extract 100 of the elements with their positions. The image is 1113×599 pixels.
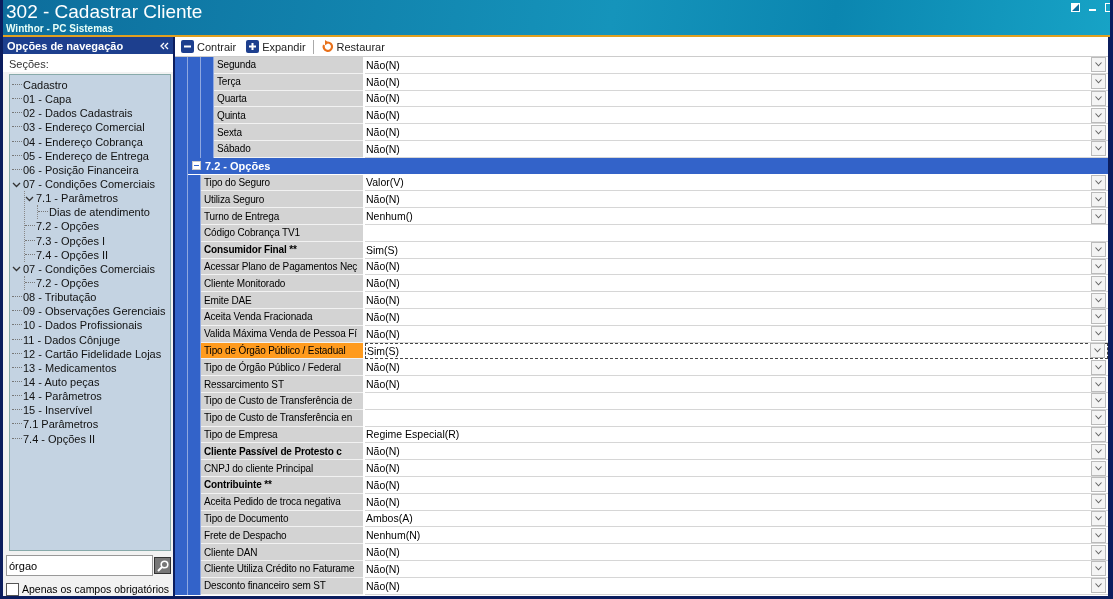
property-label: Sexta: [214, 124, 363, 141]
tree-item[interactable]: 7.1 - Parâmetros: [36, 192, 118, 205]
property-value[interactable]: Não(N): [365, 308, 1108, 326]
tree-item[interactable]: 11 - Dados Cônjuge: [23, 333, 121, 346]
tree-item[interactable]: 08 - Tributação: [23, 291, 97, 304]
property-value[interactable]: Não(N): [365, 141, 1108, 158]
chevron-down-icon: [1095, 566, 1102, 572]
property-value[interactable]: [365, 409, 1108, 427]
property-value[interactable]: Sim(S): [365, 241, 1108, 259]
chevron-down-icon: [1095, 314, 1102, 320]
property-label: Tipo de Órgão Público / Federal: [201, 359, 363, 377]
property-label: Emite DAE: [201, 292, 363, 309]
tree-item[interactable]: 06 - Posição Financeira: [23, 163, 139, 176]
property-value[interactable]: Ambos(A): [365, 510, 1108, 528]
tree-item[interactable]: 14 - Parâmetros: [23, 390, 102, 403]
sections-label: Seções:: [9, 58, 49, 70]
property-value[interactable]: Não(N): [365, 443, 1108, 461]
property-value[interactable]: Não(N): [365, 90, 1108, 108]
chevron-down-icon: [1095, 482, 1102, 488]
window-title: 302 - Cadastrar Cliente: [6, 1, 203, 23]
tree-item[interactable]: 04 - Endereço Cobrança: [23, 135, 143, 148]
group-indent-bar: [188, 57, 201, 74]
chevron-down-icon[interactable]: [12, 264, 21, 274]
property-label: Segunda: [214, 57, 363, 74]
chevron-down-icon: [1095, 515, 1102, 521]
tree-item[interactable]: 05 - Endereço de Entrega: [23, 149, 149, 162]
tree-item[interactable]: Dias de atendimento: [49, 206, 150, 219]
search-button[interactable]: [154, 557, 171, 574]
chevron-down-icon: [1095, 381, 1102, 387]
property-value[interactable]: Não(N): [365, 73, 1108, 91]
tree-item[interactable]: 7.2 - Opções: [36, 277, 99, 290]
tree-item[interactable]: 7.4 - Opções II: [36, 248, 109, 261]
chevron-down-icon: [1095, 364, 1102, 370]
chevron-down-icon: [1095, 431, 1102, 437]
chevron-down-icon: [1095, 415, 1102, 421]
property-value[interactable]: Regime Especial(R): [365, 426, 1108, 444]
chevron-down-icon: [1095, 331, 1102, 337]
property-value[interactable]: Não(N): [365, 191, 1108, 209]
property-value[interactable]: Não(N): [365, 577, 1108, 595]
property-value[interactable]: [365, 392, 1108, 410]
tree-item[interactable]: Cadastro: [23, 79, 68, 92]
tree-item[interactable]: 7.4 - Opções II: [23, 432, 96, 445]
search-field[interactable]: órgao: [6, 555, 153, 576]
tree-item[interactable]: 7.1 Parâmetros: [23, 418, 99, 431]
chevron-down-icon: [1095, 532, 1102, 538]
property-value[interactable]: Não(N): [365, 258, 1108, 276]
chevron-down-icon: [1095, 196, 1102, 202]
tree-item[interactable]: 15 - Inservível: [23, 404, 93, 417]
chevron-down-icon: [1095, 247, 1102, 253]
tree-item[interactable]: 09 - Observações Gerenciais: [23, 305, 166, 318]
property-value[interactable]: Não(N): [365, 275, 1108, 293]
chevron-down-icon: [1095, 448, 1102, 454]
chevron-down-icon: [1095, 179, 1102, 185]
tree-item[interactable]: 12 - Cartão Fidelidade Lojas: [23, 347, 162, 360]
restore-icon[interactable]: [1071, 3, 1080, 12]
toolbar-button[interactable]: Expandir: [243, 39, 309, 54]
chevron-down-icon: [1094, 348, 1101, 354]
chevron-down-icon: [1095, 129, 1102, 135]
chevron-down-icon: [1095, 96, 1102, 101]
property-value[interactable]: Não(N): [365, 493, 1108, 511]
chevron-down-icon: [1095, 465, 1102, 471]
dropdown-button[interactable]: [1090, 343, 1105, 359]
tree-item[interactable]: 02 - Dados Cadastrais: [23, 107, 133, 120]
property-value[interactable]: Valor(V): [365, 174, 1108, 192]
chevron-down-icon: [1095, 112, 1102, 118]
property-value[interactable]: Não(N): [365, 359, 1108, 377]
tree-item[interactable]: 03 - Endereço Comercial: [23, 121, 145, 134]
property-value[interactable]: Não(N): [365, 476, 1108, 494]
property-value[interactable]: Não(N): [365, 560, 1108, 578]
toolbar-button[interactable]: Restaurar: [317, 39, 388, 54]
checkbox-label[interactable]: Apenas os campos obrigatórios: [22, 583, 170, 595]
property-value[interactable]: Nenhum(N): [365, 527, 1108, 545]
collapse-icon[interactable]: [192, 161, 201, 171]
property-value[interactable]: Não(N): [365, 544, 1108, 561]
property-label: Utiliza Seguro: [201, 191, 363, 209]
property-value[interactable]: Nenhum(): [365, 208, 1108, 225]
property-value[interactable]: Não(N): [365, 376, 1108, 393]
chevron-down-icon: [1095, 499, 1102, 505]
tree-item[interactable]: 13 - Medicamentos: [23, 361, 117, 374]
collapse-icon: [181, 40, 194, 53]
property-value[interactable]: Sim(S): [365, 342, 1108, 360]
tree-item[interactable]: 07 - Condições Comerciais: [23, 178, 156, 191]
property-value[interactable]: Não(N): [365, 107, 1108, 125]
property-value[interactable]: Não(N): [365, 124, 1108, 141]
tree-item[interactable]: 14 - Auto peças: [23, 376, 100, 388]
property-value[interactable]: Não(N): [365, 325, 1108, 343]
refresh-icon: [320, 40, 334, 53]
tree-item[interactable]: 7.2 - Opções: [36, 220, 99, 233]
tree-item[interactable]: 7.3 - Opções I: [36, 234, 106, 247]
toolbar-button[interactable]: Contrair: [178, 39, 240, 54]
property-value[interactable]: Não(N): [365, 292, 1108, 309]
property-value[interactable]: Não(N): [365, 57, 1108, 74]
maximize-icon[interactable]: [1105, 3, 1110, 13]
group-indent-bar: [201, 57, 214, 74]
tree-item[interactable]: 01 - Capa: [23, 93, 72, 106]
property-label: Quinta: [214, 107, 363, 125]
property-value[interactable]: Não(N): [365, 460, 1108, 477]
tree-item[interactable]: 07 - Condições Comerciais: [23, 262, 156, 275]
checkbox[interactable]: [6, 582, 19, 596]
tree-item[interactable]: 10 - Dados Profissionais: [23, 319, 143, 332]
